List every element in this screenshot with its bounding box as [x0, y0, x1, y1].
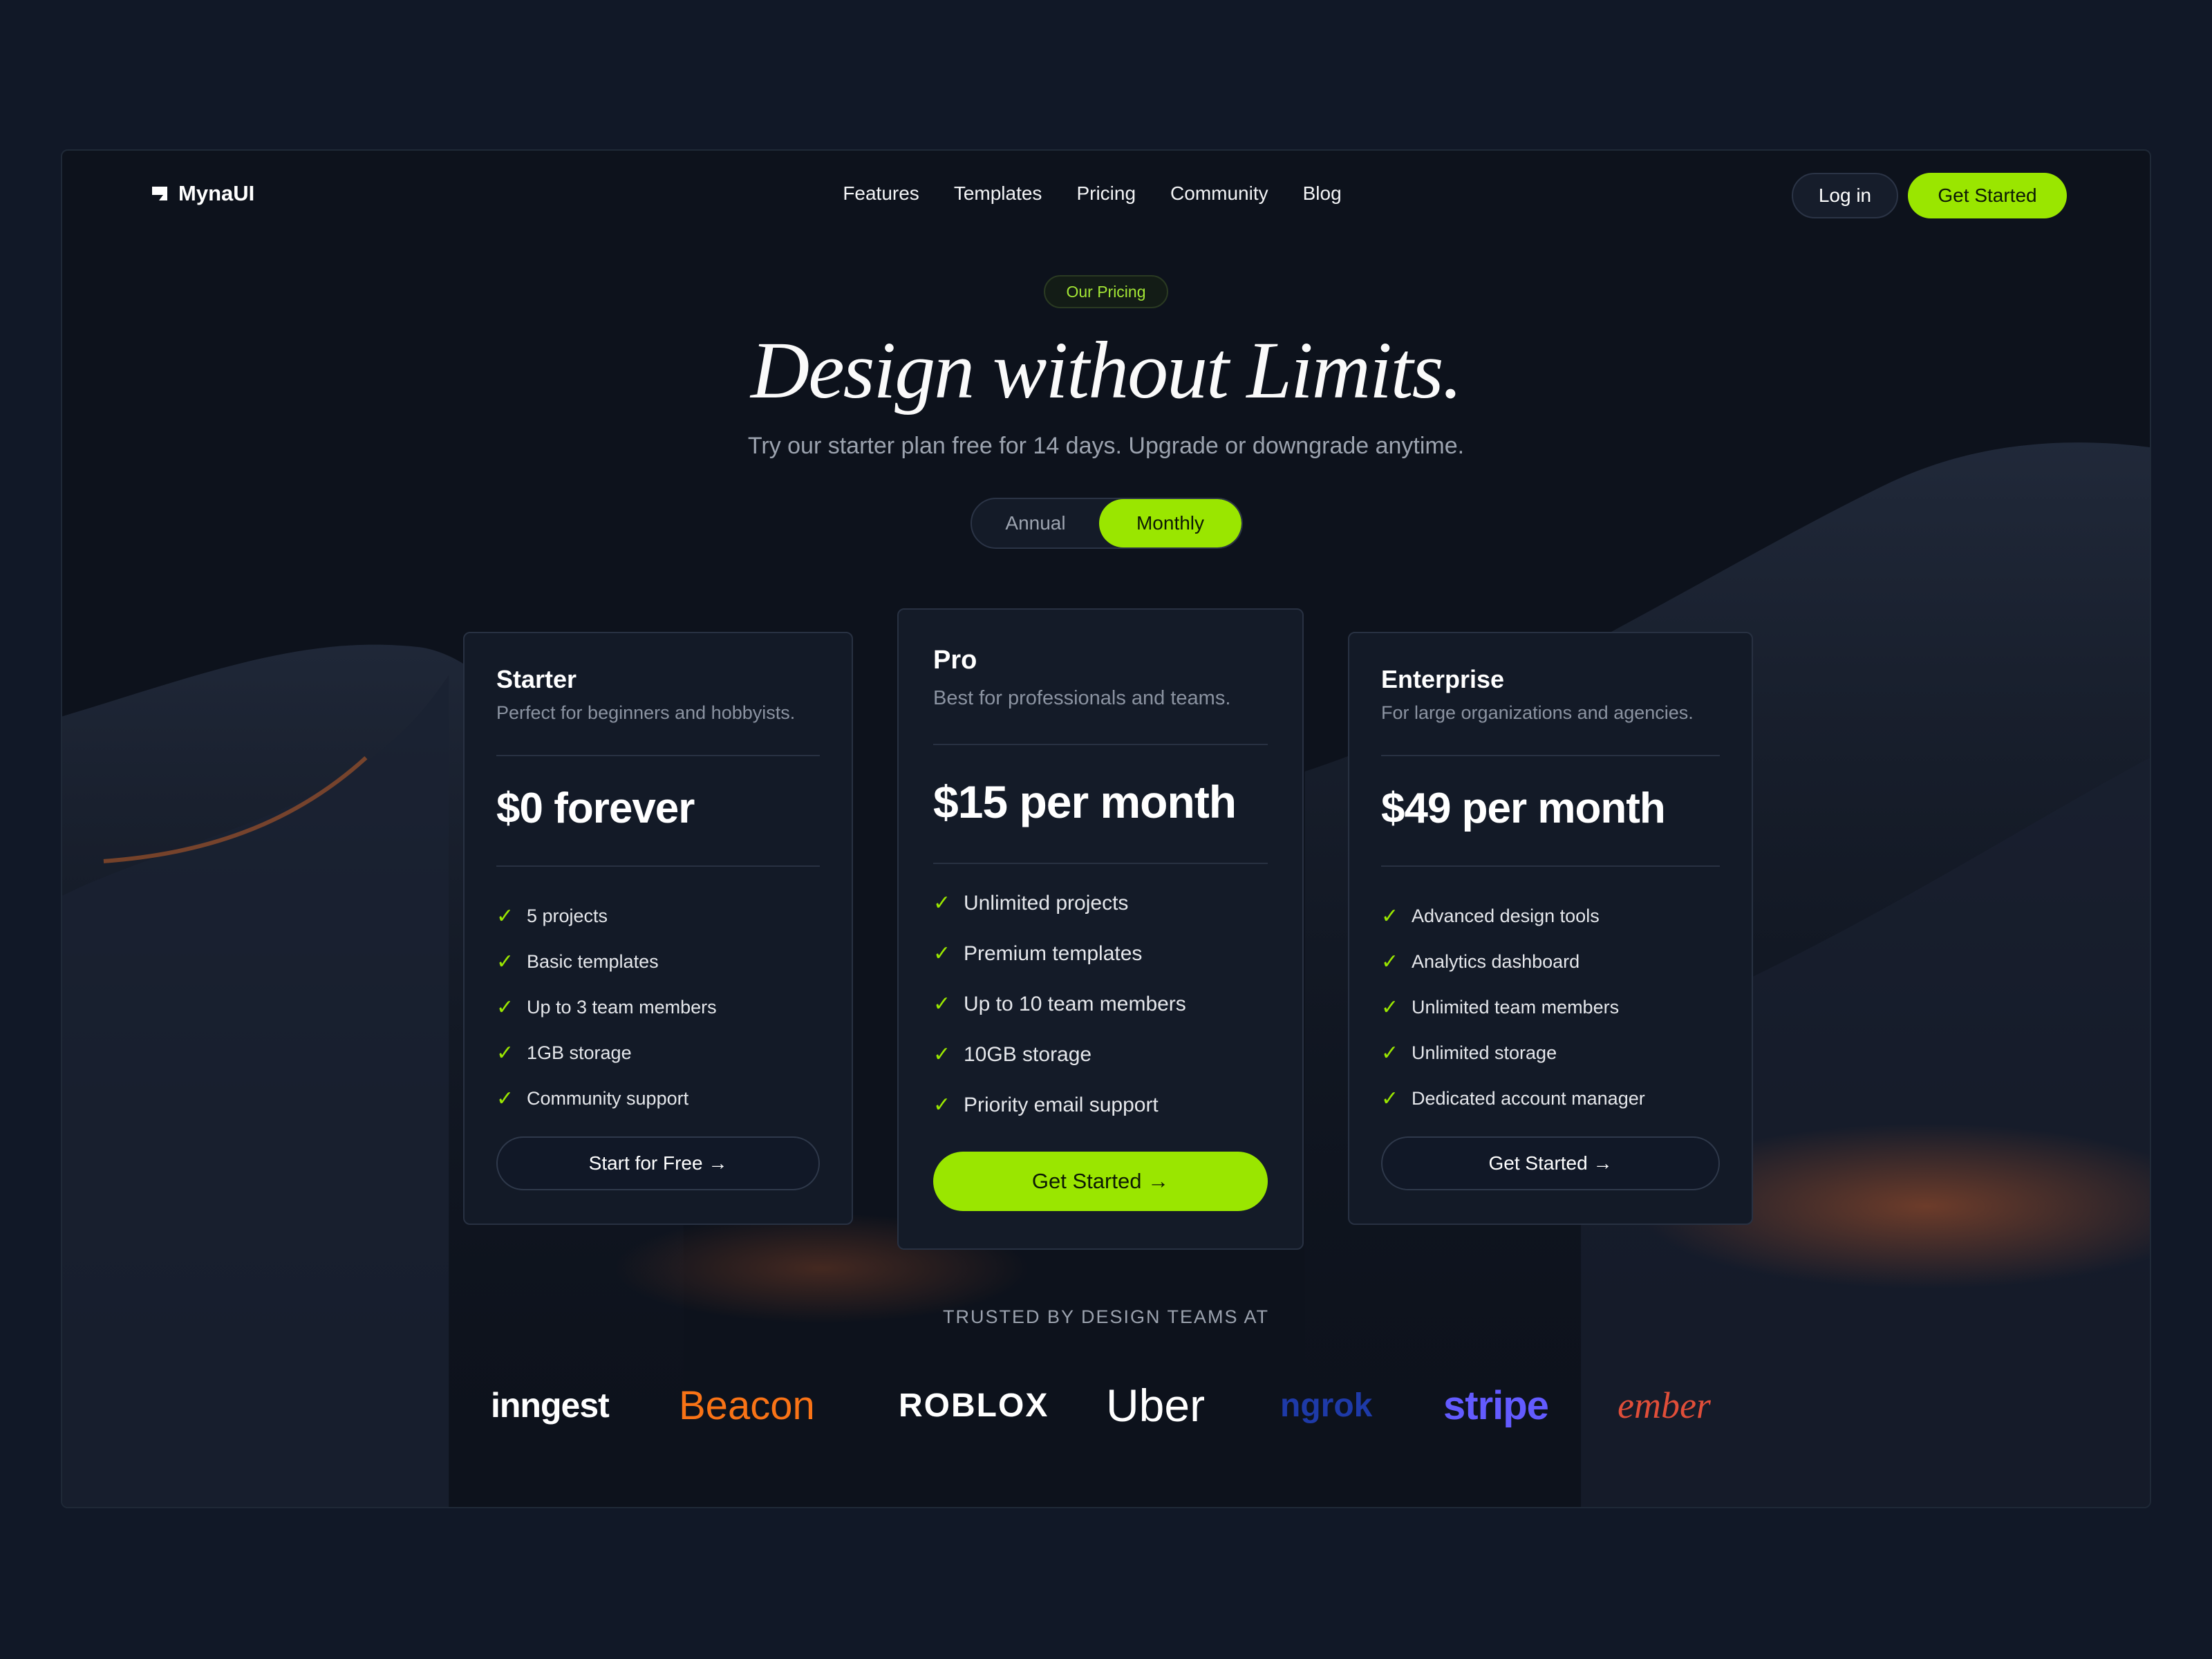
section-badge: Our Pricing — [1044, 275, 1168, 308]
check-icon: ✓ — [1381, 1041, 1399, 1065]
check-icon: ✓ — [933, 1094, 951, 1116]
plan-name: Enterprise — [1381, 665, 1505, 693]
feature-label: 5 projects — [527, 905, 608, 926]
feature-item: ✓ 10GB storage — [933, 1029, 1275, 1080]
plan-description: Perfect for beginners and hobbyists. — [496, 702, 796, 723]
feature-label: Up to 10 team members — [964, 992, 1186, 1015]
feature-list: ✓ 5 projects ✓ Basic templates ✓ Up to 3 te… — [496, 893, 824, 1121]
plan-card-enterprise: Enterprise For large organizations and a… — [1348, 632, 1753, 1225]
divider — [1381, 755, 1720, 756]
nav-link-features[interactable]: Features — [843, 182, 919, 205]
plan-price: $0 forever — [496, 785, 695, 832]
check-icon: ✓ — [496, 1041, 514, 1065]
plan-name: Starter — [496, 665, 577, 693]
check-icon: ✓ — [496, 904, 514, 928]
feature-item: ✓ 5 projects — [496, 893, 824, 939]
plan-description: For large organizations and agencies. — [1381, 702, 1694, 723]
logo-ember: ember — [1618, 1385, 1711, 1426]
divider — [1381, 865, 1720, 867]
feature-item: ✓ Basic templates — [496, 939, 824, 984]
billing-toggle: Annual Monthly — [971, 498, 1243, 549]
feature-item: ✓ Unlimited team members — [1381, 984, 1724, 1030]
toggle-annual[interactable]: Annual — [972, 499, 1099, 547]
logo-inngest: inngest — [491, 1386, 610, 1425]
nav-link-templates[interactable]: Templates — [954, 182, 1042, 205]
divider — [933, 863, 1268, 864]
feature-label: 10GB storage — [964, 1042, 1092, 1066]
feature-list: ✓ Advanced design tools ✓ Analytics dashbo… — [1381, 893, 1724, 1121]
check-icon: ✓ — [496, 1087, 514, 1110]
feature-item: ✓ Up to 3 team members — [496, 984, 824, 1030]
divider — [496, 755, 820, 756]
toggle-monthly[interactable]: Monthly — [1099, 499, 1241, 547]
feature-label: Basic templates — [527, 950, 659, 972]
plan-card-pro: Pro Best for professionals and teams. $1… — [897, 608, 1304, 1250]
divider — [496, 865, 820, 867]
plan-price: $49 per month — [1381, 785, 1666, 832]
check-icon: ✓ — [1381, 950, 1399, 973]
feature-label: Community support — [527, 1087, 689, 1109]
feature-item: ✓ Advanced design tools — [1381, 893, 1724, 939]
feature-item: ✓ Premium templates — [933, 928, 1275, 979]
plan-name: Pro — [933, 646, 977, 675]
feature-label: Priority email support — [964, 1093, 1159, 1116]
enterprise-get-started-button[interactable]: Get Started → — [1381, 1136, 1720, 1190]
page-subtitle: Try our starter plan free for 14 days. U… — [747, 433, 1465, 459]
check-icon: ✓ — [933, 942, 951, 965]
logo-beacon: Beacon — [679, 1382, 815, 1428]
check-icon: ✓ — [496, 995, 514, 1019]
login-button[interactable]: Log in — [1792, 173, 1898, 218]
feature-item: ✓ 1GB storage — [496, 1030, 824, 1076]
check-icon: ✓ — [1381, 995, 1399, 1019]
top-nav: MynaUI Features Templates Pricing Commun… — [62, 151, 2150, 241]
check-icon: ✓ — [496, 950, 514, 973]
feature-label: Premium templates — [964, 941, 1143, 965]
get-started-button[interactable]: Get Started — [1908, 173, 2067, 218]
nav-link-community[interactable]: Community — [1170, 182, 1268, 205]
feature-item: ✓ Community support — [496, 1076, 824, 1121]
trusted-heading: TRUSTED BY DESIGN TEAMS AT — [942, 1306, 1270, 1327]
check-icon: ✓ — [1381, 1087, 1399, 1110]
logo-stripe: stripe — [1443, 1382, 1549, 1428]
divider — [933, 744, 1268, 745]
check-icon: ✓ — [1381, 904, 1399, 928]
feature-label: Unlimited storage — [1412, 1042, 1557, 1063]
feature-label: Dedicated account manager — [1412, 1087, 1645, 1109]
check-icon: ✓ — [933, 892, 951, 915]
page-title: Design without Limits. — [751, 325, 1463, 415]
feature-label: Analytics dashboard — [1412, 950, 1580, 972]
plan-description: Best for professionals and teams. — [933, 687, 1231, 709]
feature-label: Advanced design tools — [1412, 905, 1600, 926]
logo-ngrok: ngrok — [1280, 1387, 1373, 1424]
logo-uber: Uber — [1106, 1380, 1206, 1431]
check-icon: ✓ — [933, 993, 951, 1015]
feature-item: ✓ Up to 10 team members — [933, 979, 1275, 1029]
plan-price: $15 per month — [933, 776, 1237, 827]
logo-roblox: ROBLOX — [899, 1387, 1049, 1424]
start-for-free-button[interactable]: Start for Free → — [496, 1136, 820, 1190]
feature-item: ✓ Analytics dashboard — [1381, 939, 1724, 984]
feature-label: Unlimited team members — [1412, 996, 1620, 1018]
feature-item: ✓ Dedicated account manager — [1381, 1076, 1724, 1121]
customer-logos: inngest Beacon ROBLOX Uber ngrok stripe … — [62, 1367, 2150, 1443]
page-frame: MynaUI Features Templates Pricing Commun… — [61, 149, 2151, 1508]
feature-item: ✓ Unlimited storage — [1381, 1030, 1724, 1076]
nav-link-pricing[interactable]: Pricing — [1076, 182, 1136, 205]
pro-get-started-button[interactable]: Get Started → — [933, 1152, 1268, 1211]
feature-label: 1GB storage — [527, 1042, 632, 1063]
plan-card-starter: Starter Perfect for beginners and hobbyi… — [463, 632, 853, 1225]
feature-item: ✓ Priority email support — [933, 1080, 1275, 1130]
feature-item: ✓ Unlimited projects — [933, 878, 1275, 928]
feature-label: Up to 3 team members — [527, 996, 717, 1018]
nav-link-blog[interactable]: Blog — [1303, 182, 1342, 205]
feature-list: ✓ Unlimited projects ✓ Premium templates ✓… — [933, 878, 1275, 1130]
feature-label: Unlimited projects — [964, 891, 1129, 915]
check-icon: ✓ — [933, 1043, 951, 1066]
